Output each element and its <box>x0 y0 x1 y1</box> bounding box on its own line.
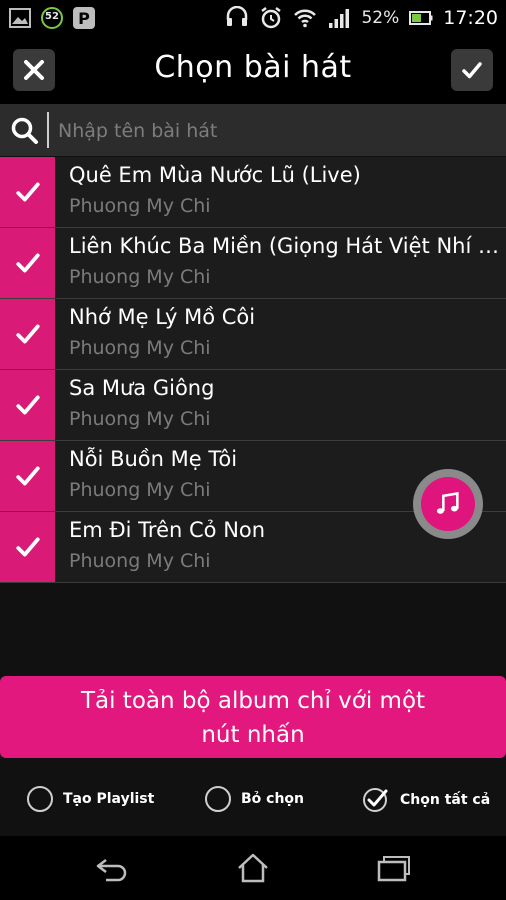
status-bar: 52 P 52% 17:20 <box>0 0 506 36</box>
song-title: Nỗi Buồn Mẹ Tôi <box>69 447 238 471</box>
song-artist: Phuong My Chi <box>69 550 211 572</box>
music-note-icon <box>436 491 459 514</box>
battery-icon <box>409 11 433 25</box>
wifi-icon <box>294 9 317 28</box>
search-divider <box>47 112 49 148</box>
radio-checked-icon <box>363 788 388 812</box>
radio-empty-icon <box>27 786 53 812</box>
checkmark-icon <box>15 395 40 415</box>
song-artist: Phuong My Chi <box>69 337 211 359</box>
song-checkbox[interactable] <box>0 299 55 369</box>
bottom-action-bar: Tạo Playlist Bỏ chọn Chọn tất cả <box>0 764 506 836</box>
checkmark-icon <box>15 324 40 344</box>
song-artist: Phuong My Chi <box>69 195 211 217</box>
song-title: Quê Em Mùa Nước Lũ (Live) <box>69 163 361 187</box>
select-all-button[interactable]: Chọn tất cả <box>362 786 490 814</box>
status-notifications: 52 P <box>8 6 96 30</box>
list-item[interactable]: Nhớ Mẹ Lý Mồ Côi Phuong My Chi <box>0 299 506 370</box>
app-p-icon: P <box>73 7 95 29</box>
deselect-button[interactable]: Bỏ chọn <box>205 786 304 812</box>
select-all-label: Chọn tất cả <box>400 792 491 808</box>
download-album-banner[interactable]: Tải toàn bộ album chỉ với một nút nhấn <box>0 676 506 758</box>
song-title: Nhớ Mẹ Lý Mồ Côi <box>69 305 256 329</box>
song-checkbox[interactable] <box>0 228 55 298</box>
checkmark-icon <box>15 182 40 202</box>
battery-percent: 52% <box>361 8 400 28</box>
checkmark-icon <box>15 466 40 486</box>
list-item[interactable]: Quê Em Mùa Nước Lũ (Live) Phuong My Chi <box>0 157 506 228</box>
song-title: Liên Khúc Ba Miền (Giọng Hát Việt Nhí 20… <box>69 234 501 258</box>
create-playlist-label: Tạo Playlist <box>63 791 155 807</box>
navigation-bar <box>0 836 506 900</box>
signal-icon <box>329 9 350 28</box>
notification-badge-icon: 52 <box>40 6 64 30</box>
song-artist: Phuong My Chi <box>69 408 211 430</box>
checkmark-icon <box>15 537 40 557</box>
music-player-button-inner <box>421 477 475 531</box>
page-title: Chọn bài hát <box>154 50 352 85</box>
list-item[interactable]: Liên Khúc Ba Miền (Giọng Hát Việt Nhí 20… <box>0 228 506 299</box>
song-artist: Phuong My Chi <box>69 266 211 288</box>
svg-text:P: P <box>78 9 90 28</box>
create-playlist-button[interactable]: Tạo Playlist <box>27 786 154 812</box>
list-item[interactable]: Sa Mưa Giông Phuong My Chi <box>0 370 506 441</box>
song-checkbox[interactable] <box>0 370 55 440</box>
notification-badge-count: 52 <box>45 11 59 22</box>
status-system: 52% 17:20 <box>225 6 498 30</box>
headset-icon <box>227 6 248 26</box>
app-header: Chọn bài hát <box>0 36 506 104</box>
search-icon[interactable] <box>10 116 40 146</box>
home-icon[interactable] <box>235 852 271 884</box>
search-bar <box>0 104 506 156</box>
song-title: Sa Mưa Giông <box>69 376 215 400</box>
song-checkbox[interactable] <box>0 157 55 227</box>
banner-text-line1: Tải toàn bộ album chỉ với một <box>80 688 426 714</box>
song-artist: Phuong My Chi <box>69 479 211 501</box>
deselect-label: Bỏ chọn <box>241 791 305 807</box>
gallery-icon <box>9 8 31 28</box>
song-checkbox[interactable] <box>0 441 55 511</box>
checkmark-icon <box>462 62 482 79</box>
recent-apps-icon[interactable] <box>376 852 412 884</box>
back-icon[interactable] <box>94 852 130 884</box>
search-input[interactable] <box>56 110 490 152</box>
clock: 17:20 <box>443 7 498 29</box>
music-player-button[interactable] <box>413 469 483 539</box>
alarm-icon <box>261 7 282 29</box>
song-checkbox[interactable] <box>0 512 55 582</box>
confirm-button[interactable] <box>451 49 493 91</box>
banner-text-line2: nút nhấn <box>201 722 305 748</box>
radio-empty-icon <box>205 786 231 812</box>
checkmark-icon <box>15 253 40 273</box>
